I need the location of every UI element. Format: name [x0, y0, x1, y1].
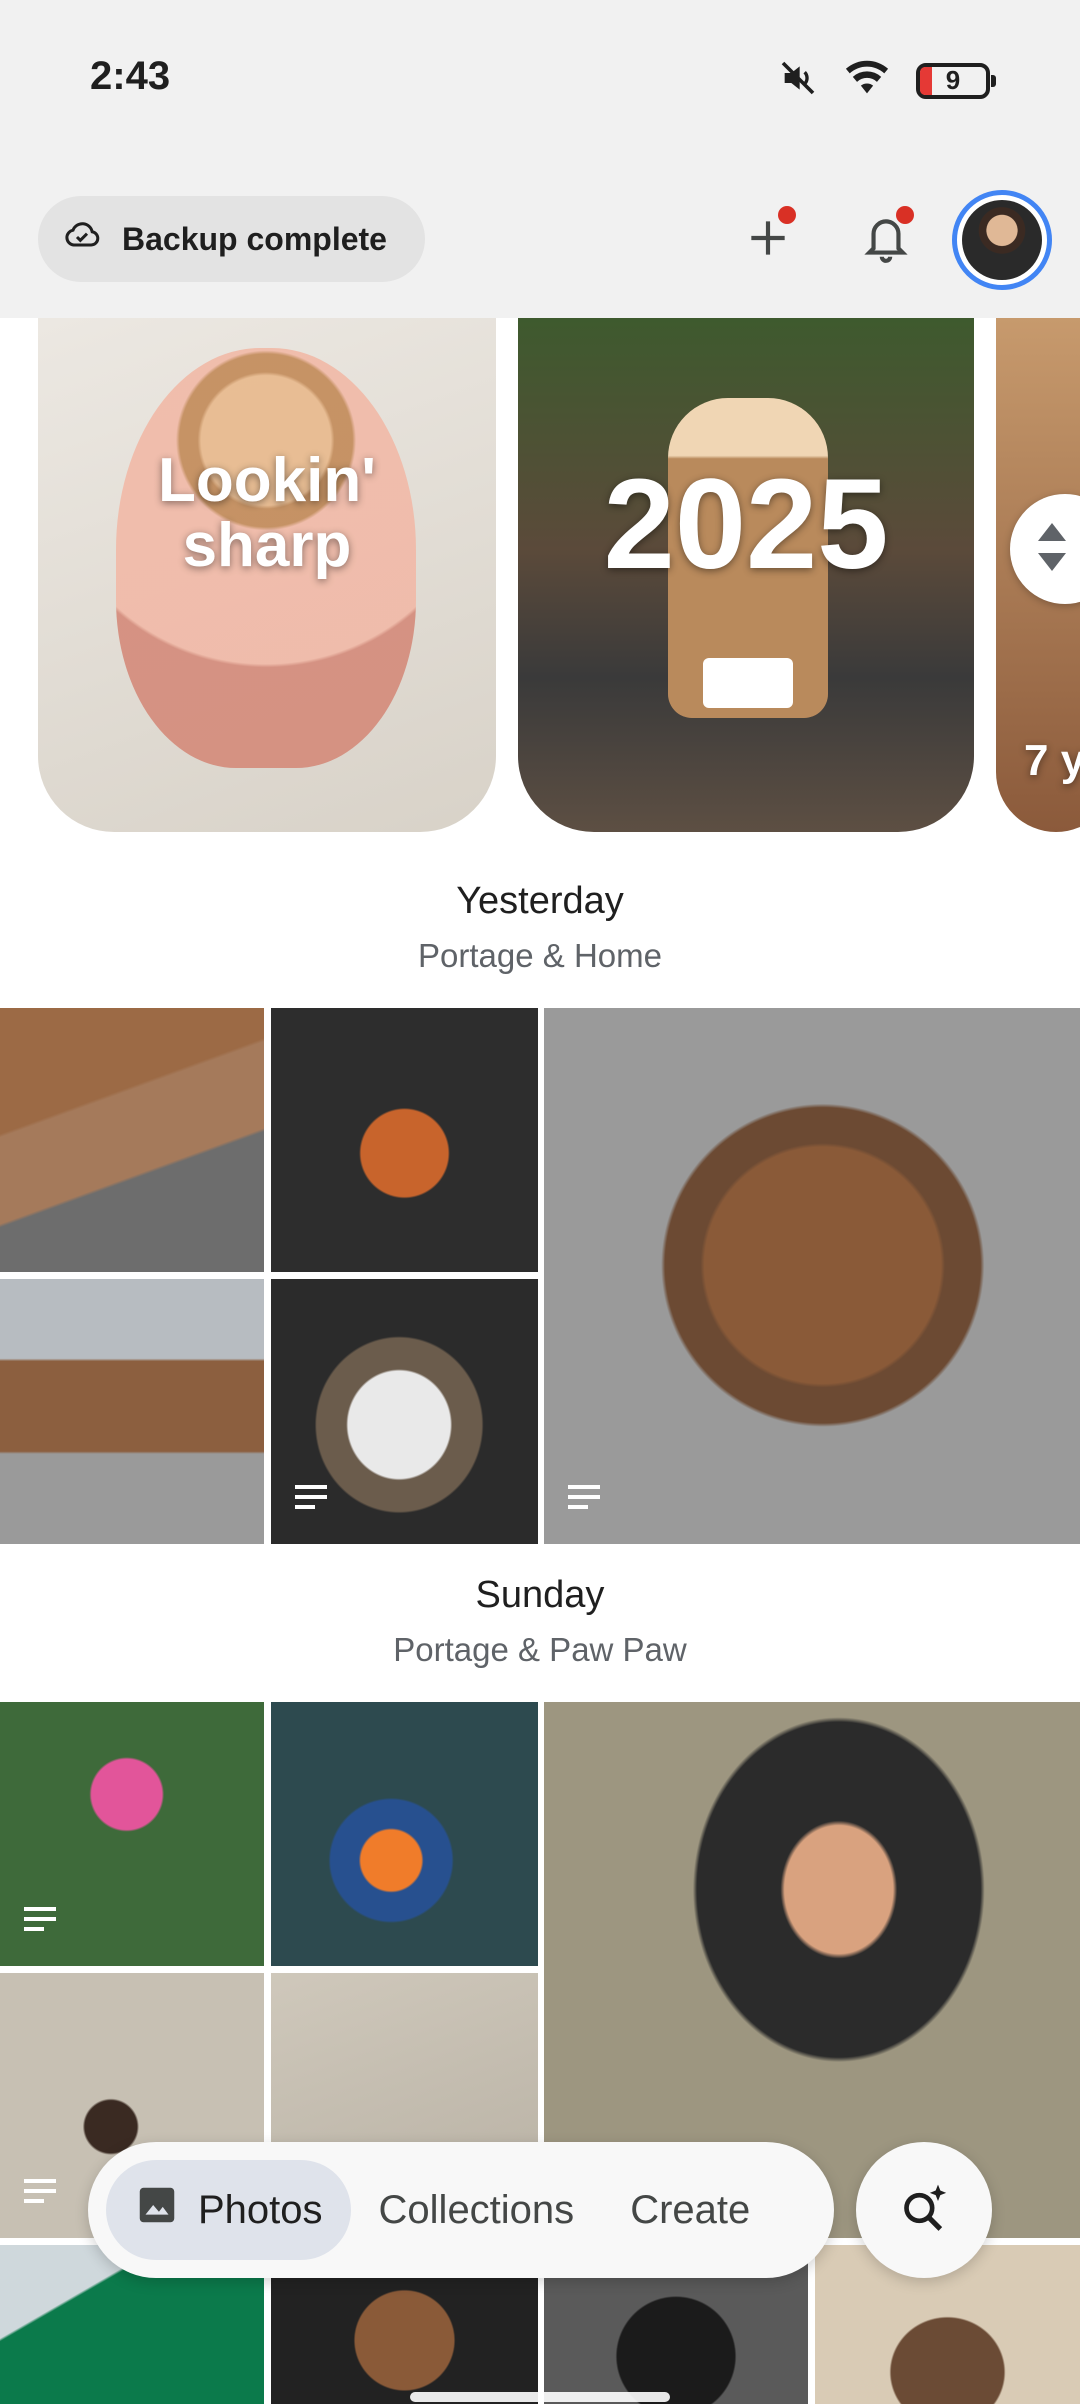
photo-thumbnail[interactable]	[0, 1008, 264, 1272]
status-bar: 2:43 9	[0, 0, 1080, 190]
gesture-home-indicator[interactable]	[410, 2392, 670, 2402]
top-app-bar: Backup complete	[0, 190, 1080, 318]
date-section-header: Sunday Portage & Paw Paw	[0, 1574, 1080, 1669]
bottom-navigation: Photos Collections Create	[88, 2142, 834, 2278]
photo-thumbnail[interactable]	[271, 1279, 538, 1544]
backup-status-label: Backup complete	[122, 220, 387, 257]
account-avatar[interactable]	[952, 190, 1052, 290]
mute-icon	[778, 58, 818, 103]
date-section-header: Yesterday Portage & Home	[0, 880, 1080, 975]
memory-title: 7 y	[1024, 736, 1080, 785]
status-time: 2:43	[90, 54, 171, 98]
add-badge-dot	[778, 206, 796, 224]
tab-label: Create	[630, 2187, 751, 2232]
search-sparkle-icon	[896, 2180, 952, 2241]
tab-photos[interactable]: Photos	[106, 2160, 351, 2260]
tab-collections[interactable]: Collections	[351, 2160, 603, 2260]
section-date: Yesterday	[456, 880, 624, 922]
memory-title: 2025	[603, 453, 889, 596]
section-location: Portage & Paw Paw	[393, 1631, 687, 1668]
photo-thumbnail[interactable]	[0, 1702, 264, 1966]
cup-label	[703, 658, 793, 708]
photo-thumbnail[interactable]	[0, 1279, 264, 1544]
tab-label: Photos	[198, 2187, 323, 2232]
photo-thumbnail[interactable]	[271, 1008, 538, 1272]
wifi-icon	[844, 58, 890, 103]
google-photos-screen: 2:43 9 Backup complete Lookin' sharp 202…	[0, 0, 1080, 2404]
description-icon	[566, 1483, 602, 1518]
add-button[interactable]	[728, 200, 808, 280]
tab-label: Collections	[378, 2187, 575, 2232]
description-icon	[22, 2177, 58, 2212]
up-down-arrows-icon	[1032, 519, 1072, 580]
memory-title: Lookin' sharp	[158, 446, 376, 581]
avatar	[962, 200, 1042, 280]
memories-carousel: Lookin' sharp 2025 7 y	[0, 318, 1080, 832]
battery-level: 9	[945, 65, 961, 95]
backup-status-chip[interactable]: Backup complete	[38, 196, 425, 282]
section-date: Sunday	[475, 1574, 605, 1616]
cloud-check-icon	[62, 215, 102, 263]
description-icon	[22, 1905, 58, 1940]
memory-card[interactable]: Lookin' sharp	[38, 318, 496, 832]
photo-thumbnail[interactable]	[544, 1008, 1080, 1544]
status-icons: 9	[778, 58, 996, 103]
notification-badge-dot	[896, 206, 914, 224]
description-icon	[293, 1483, 329, 1518]
tab-create[interactable]: Create	[602, 2160, 778, 2260]
battery-icon: 9	[916, 62, 996, 99]
search-button[interactable]	[856, 2142, 992, 2278]
photo-thumbnail[interactable]	[271, 1702, 538, 1966]
section-location: Portage & Home	[418, 937, 662, 974]
notifications-button[interactable]	[846, 200, 926, 280]
memory-card[interactable]: 2025	[518, 318, 974, 832]
photo-icon	[134, 2182, 180, 2238]
